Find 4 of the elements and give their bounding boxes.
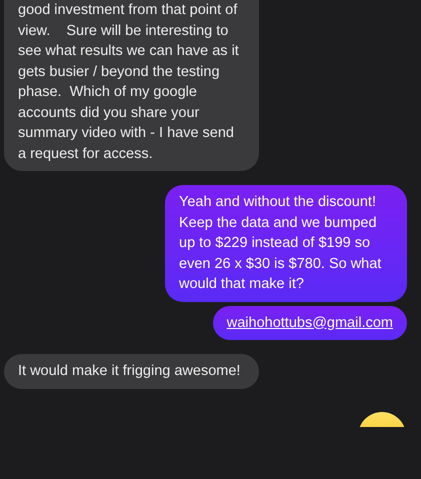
- message-bubble: It would make it frigging awesome!: [4, 354, 259, 388]
- message-bubble: Yeah and without the discount! Keep the data and we bumped up to $229 instead of $199 so even 26 x $30 is $780. So what would that make it?: [165, 185, 407, 302]
- email-link[interactable]: waihohottubs@gmail.com: [212, 306, 407, 340]
- message-bubble: good investment from that point of view. Sure will be interesting to see what results we can have as it gets busier / beyond the testing phase. Which of my google accounts did you share your summary video with - I have send a request for access.: [4, 0, 259, 171]
